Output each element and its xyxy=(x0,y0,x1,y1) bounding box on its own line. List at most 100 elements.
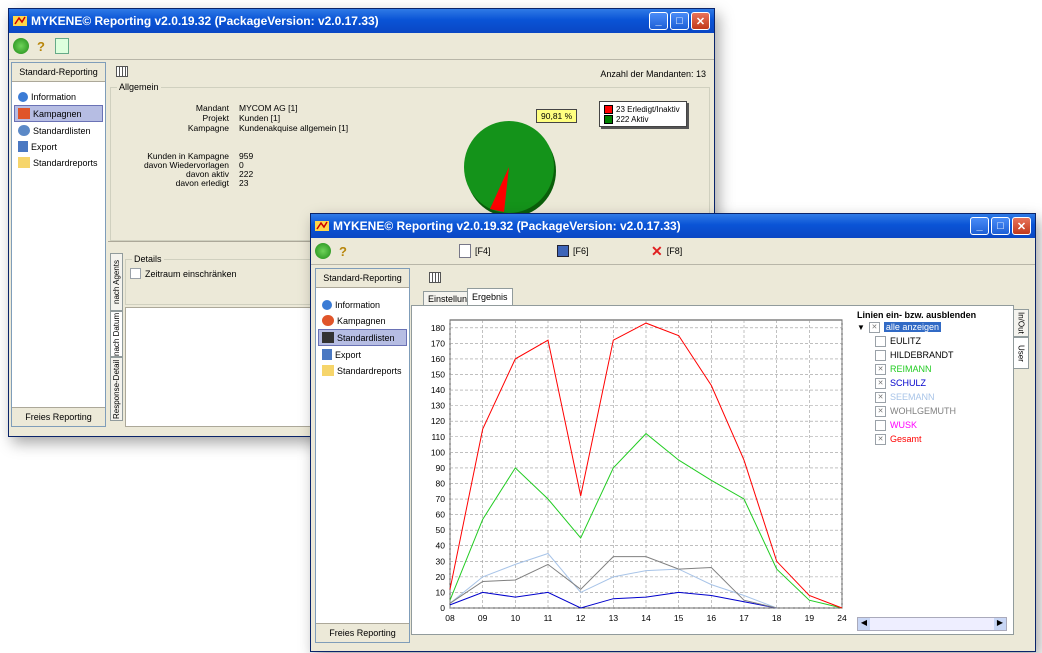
tab-nach-datum[interactable]: nach Datum xyxy=(110,311,123,357)
x-tick-label: 24 xyxy=(837,613,847,623)
y-tick-label: 150 xyxy=(431,369,445,379)
legend-label: Gesamt xyxy=(890,434,922,444)
nav-item-export[interactable]: Export xyxy=(12,139,105,154)
nav-item-kampagnen[interactable]: Kampagnen xyxy=(14,105,103,122)
checkbox[interactable]: ✕ xyxy=(875,377,886,389)
legend-item-wusk[interactable]: WUSK xyxy=(875,418,1003,432)
folder-icon xyxy=(322,365,334,376)
y-tick-label: 110 xyxy=(431,432,445,442)
minimize-button[interactable]: _ xyxy=(649,12,668,30)
front-toolbar: ? [F4] [F6] ✕ [F8] xyxy=(311,238,1035,265)
legend-label: SCHULZ xyxy=(890,378,927,388)
legend-label: REIMANN xyxy=(890,364,932,374)
nav-item-standardlisten[interactable]: Standardlisten xyxy=(318,329,407,346)
tab-response-detail[interactable]: Response-Detail xyxy=(110,357,123,421)
legend-item-wohlgemuth[interactable]: ✕ WOHLGEMUTH xyxy=(875,404,1003,418)
close-button[interactable]: ✕ xyxy=(1012,217,1031,235)
close-button[interactable]: ✕ xyxy=(691,12,710,30)
x-tick-label: 13 xyxy=(609,613,619,623)
result-content: 0 10 20 30 40 50 60 70 80 90 100 110 120 130 140 150 160… xyxy=(411,305,1014,635)
x-tick-label: 18 xyxy=(772,613,782,623)
pie-legend: 23 Erledigt/Inaktiv 222 Aktiv xyxy=(599,101,687,127)
y-tick-label: 140 xyxy=(431,385,445,395)
front-window: MYKENE© Reporting v2.0.19.32 (PackageVer… xyxy=(310,213,1036,652)
checkbox[interactable] xyxy=(130,268,141,279)
y-tick-label: 100 xyxy=(431,447,445,457)
info-icon xyxy=(322,299,332,310)
horizontal-scrollbar[interactable]: ◀ ▶ xyxy=(857,617,1007,631)
new-document-button[interactable]: [F4] xyxy=(459,244,491,258)
x-tick-label: 19 xyxy=(805,613,815,623)
panel-header[interactable]: Standard-Reporting xyxy=(316,269,409,288)
delete-button[interactable]: ✕ [F8] xyxy=(651,244,682,258)
nav-item-information[interactable]: Information xyxy=(12,89,105,104)
checkbox-label: Zeitraum einschränken xyxy=(145,268,237,279)
grid-icon[interactable] xyxy=(429,272,441,283)
tab-ergebnis[interactable]: Ergebnis xyxy=(467,288,513,306)
legend-item-gesamt[interactable]: ✕ Gesamt xyxy=(875,432,1003,446)
checkbox[interactable]: ✕ xyxy=(875,391,886,403)
checkbox[interactable]: ✕ xyxy=(875,405,886,417)
checkbox[interactable]: ✕ xyxy=(875,433,886,445)
back-arrow-icon[interactable] xyxy=(13,38,29,54)
nav-item-kampagnen[interactable]: Kampagnen xyxy=(316,313,409,328)
scroll-left-icon[interactable]: ◀ xyxy=(858,618,870,630)
maximize-button[interactable]: □ xyxy=(670,12,689,30)
save-button[interactable]: [F6] xyxy=(557,245,589,257)
nav-label: Standardreports xyxy=(337,365,402,376)
nav-item-standardreports[interactable]: Standardreports xyxy=(316,363,409,378)
group-title: Allgemein xyxy=(117,82,161,92)
checkbox[interactable]: ✕ xyxy=(875,363,886,375)
nav-label: Export xyxy=(31,141,58,152)
nav-label: Information xyxy=(335,299,381,310)
tab-nach-agents[interactable]: nach Agents xyxy=(110,253,123,311)
panel-footer[interactable]: Freies Reporting xyxy=(12,407,105,426)
back-window-titlebar[interactable]: MYKENE© Reporting v2.0.19.32 (PackageVer… xyxy=(9,9,714,33)
pie-legend-item: 23 Erledigt/Inaktiv xyxy=(604,104,682,114)
nav-item-standardlisten[interactable]: Standardlisten xyxy=(12,123,105,138)
checkbox[interactable] xyxy=(875,335,886,347)
group-details: Details xyxy=(125,254,317,305)
info-row: Kampagne Kundenakquise allgemein [1] xyxy=(187,123,349,133)
nav-label: Export xyxy=(335,349,362,360)
legend-title: Linien ein- bzw. ausblenden xyxy=(857,310,977,320)
lists-icon xyxy=(18,125,30,136)
front-left-panel: Standard-Reporting Information Kampagnen… xyxy=(315,268,410,643)
side-tab-inout[interactable]: In/Out xyxy=(1013,309,1029,337)
legend-item-hildebrandt[interactable]: HILDEBRANDT xyxy=(875,348,1003,362)
minimize-button[interactable]: _ xyxy=(970,217,989,235)
checkbox[interactable]: ✕ xyxy=(868,321,880,333)
document-icon[interactable] xyxy=(54,38,69,54)
back-arrow-icon[interactable] xyxy=(315,243,331,259)
x-tick-label: 09 xyxy=(478,613,488,623)
legend-label: WUSK xyxy=(890,420,917,430)
nav-item-information[interactable]: Information xyxy=(316,297,409,312)
line-chart: 0102030405060708090100110120130140150160… xyxy=(431,319,847,623)
help-icon[interactable]: ? xyxy=(37,39,45,54)
panel-header[interactable]: Standard-Reporting xyxy=(12,63,105,82)
front-window-titlebar[interactable]: MYKENE© Reporting v2.0.19.32 (PackageVer… xyxy=(311,214,1035,238)
legend-item-schulz[interactable]: ✕ SCHULZ xyxy=(875,376,1003,390)
nav-label: Kampagnen xyxy=(33,108,82,119)
shortcut-label: [F4] xyxy=(475,246,491,256)
legend-item-reimann[interactable]: ✕ REIMANN xyxy=(875,362,1003,376)
grid-icon[interactable] xyxy=(116,66,128,77)
scroll-right-icon[interactable]: ▶ xyxy=(994,618,1006,630)
y-tick-label: 30 xyxy=(436,556,446,566)
checkbox[interactable] xyxy=(875,419,886,431)
help-icon[interactable]: ? xyxy=(339,244,347,259)
checkbox[interactable] xyxy=(875,349,886,361)
y-tick-label: 90 xyxy=(436,463,446,473)
y-tick-label: 10 xyxy=(436,587,446,597)
legend-item-all[interactable]: ▼ ✕ alle anzeigen xyxy=(857,320,1003,334)
maximize-button[interactable]: □ xyxy=(991,217,1010,235)
zeitraum-checkbox[interactable]: Zeitraum einschränken xyxy=(130,268,237,279)
side-tab-user[interactable]: User xyxy=(1013,337,1029,369)
nav-item-standardreports[interactable]: Standardreports xyxy=(12,155,105,170)
panel-footer[interactable]: Freies Reporting xyxy=(316,623,409,642)
collapse-arrow-icon[interactable]: ▼ xyxy=(857,323,865,332)
app-logo-icon xyxy=(13,16,27,26)
legend-item-seemann[interactable]: ✕ SEEMANN xyxy=(875,390,1003,404)
nav-item-export[interactable]: Export xyxy=(316,347,409,362)
legend-item-eulitz[interactable]: EULITZ xyxy=(875,334,1003,348)
